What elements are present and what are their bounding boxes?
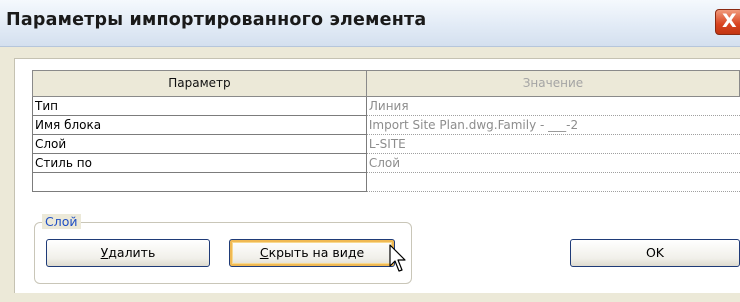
import-parameters-dialog: Параметры импортированного элемента X Па…	[0, 0, 740, 302]
parameter-cell: Имя блока	[32, 115, 367, 135]
table-row[interactable]: Имя блока Import Site Plan.dwg.Family - …	[32, 115, 740, 135]
layer-group-label: Слой	[42, 214, 81, 229]
ok-button[interactable]: OK	[570, 239, 740, 267]
table-row[interactable]: Стиль по Слой	[32, 153, 740, 173]
hide-in-view-button[interactable]: Скрыть на виде	[229, 239, 395, 267]
title-bar[interactable]: Параметры импортированного элемента X	[0, 0, 740, 47]
ok-button-label: OK	[645, 245, 665, 260]
delete-button[interactable]: Удалить	[46, 239, 210, 267]
parameter-cell: Тип	[32, 96, 367, 116]
value-cell[interactable]	[365, 172, 740, 192]
value-cell[interactable]: Слой	[365, 153, 740, 173]
delete-button-label: далить	[108, 245, 156, 260]
parameter-cell: Слой	[32, 134, 367, 154]
parameters-grid: Параметр Значение Тип Линия Имя блока Im…	[32, 70, 740, 192]
hide-button-mnemonic: С	[259, 245, 269, 260]
table-row[interactable]: Слой L-SITE	[32, 134, 740, 154]
table-row[interactable]: Тип Линия	[32, 96, 740, 116]
parameter-cell	[32, 172, 367, 192]
value-cell[interactable]: Линия	[365, 96, 740, 116]
hide-button-label: крыть на виде	[268, 245, 365, 260]
parameter-cell: Стиль по	[32, 153, 367, 173]
table-row[interactable]	[32, 172, 740, 192]
column-header-parameter[interactable]: Параметр	[32, 70, 367, 97]
close-icon: X	[722, 10, 737, 32]
value-cell[interactable]: Import Site Plan.dwg.Family - ___-2	[365, 115, 740, 135]
grid-header-row: Параметр Значение	[32, 70, 740, 97]
mouse-pointer-icon	[389, 244, 406, 272]
column-header-value[interactable]: Значение	[365, 70, 740, 97]
close-button[interactable]: X	[715, 9, 740, 35]
window-title: Параметры импортированного элемента	[6, 10, 427, 30]
value-cell[interactable]: L-SITE	[365, 134, 740, 154]
